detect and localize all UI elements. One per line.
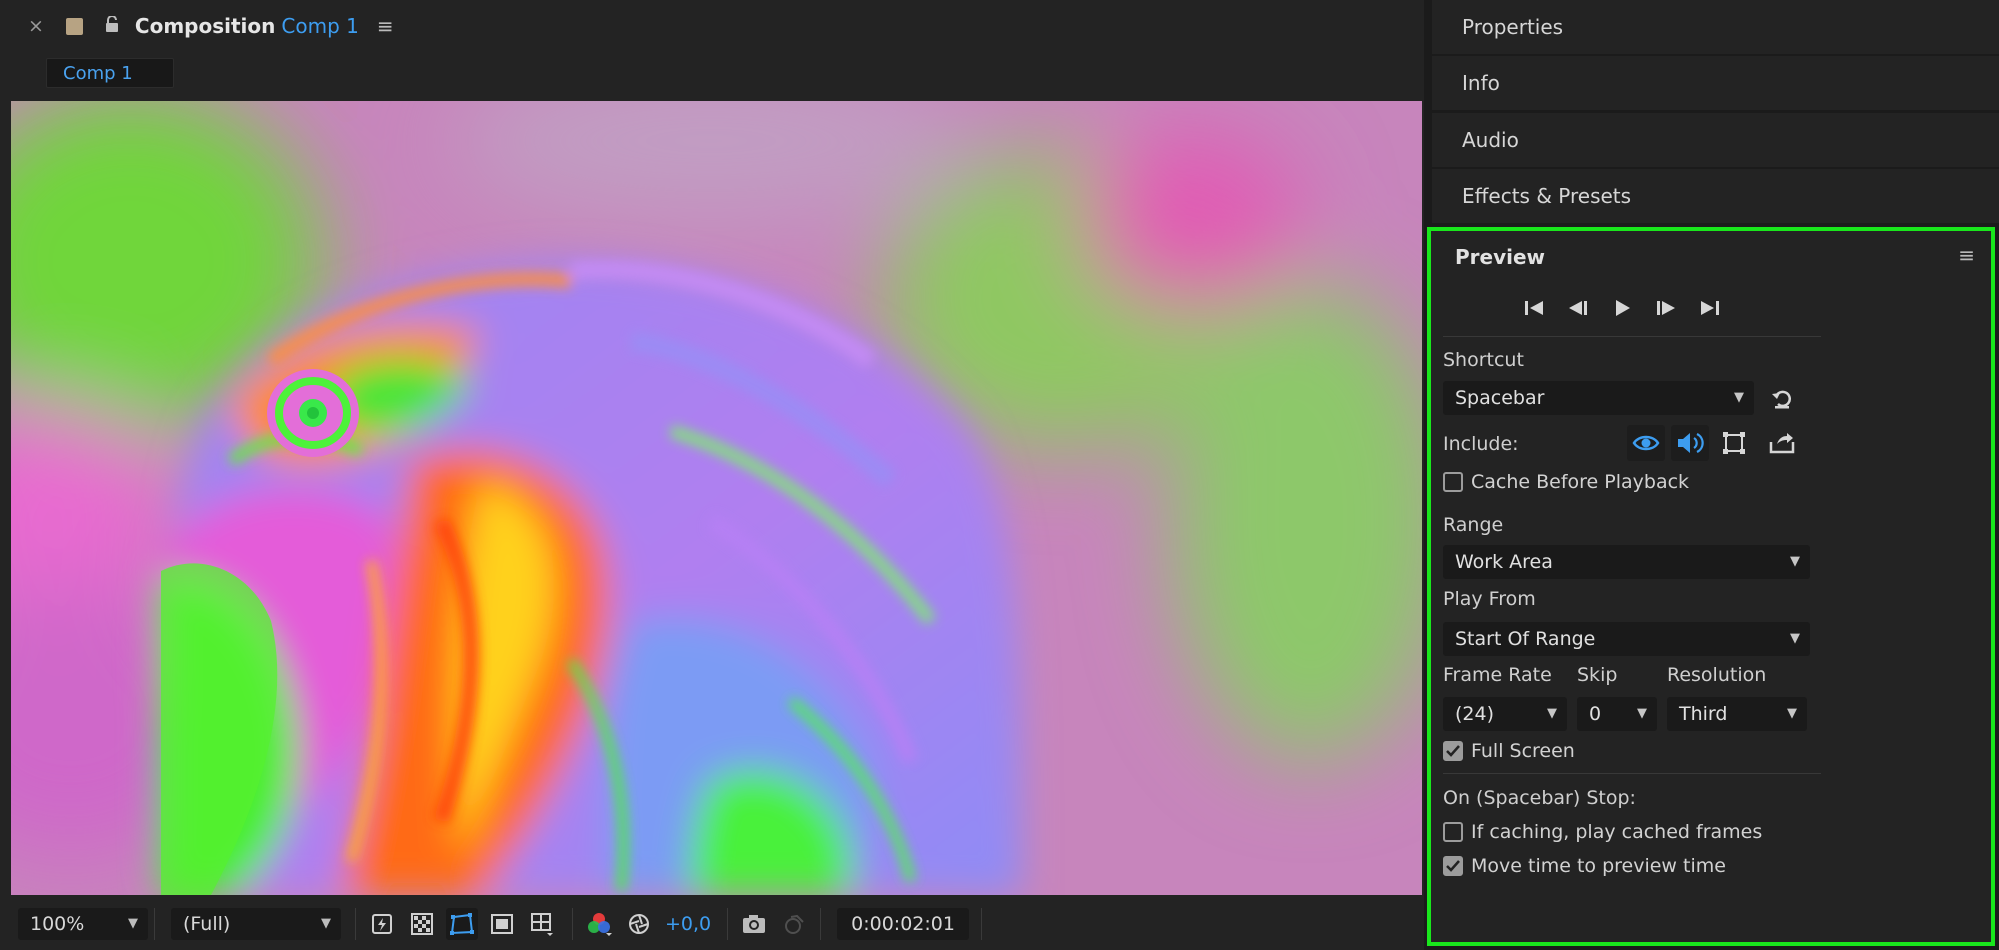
parrot-image xyxy=(11,101,1422,895)
resolution-label: Resolution xyxy=(1667,664,1767,686)
if-caching-label: If caching, play cached frames xyxy=(1471,821,1763,843)
chevron-down-icon: ▼ xyxy=(1734,390,1744,405)
skip-label: Skip xyxy=(1577,664,1618,686)
chevron-down-icon: ▼ xyxy=(1547,706,1557,721)
shortcut-label: Shortcut xyxy=(1443,349,1524,371)
close-panel-icon[interactable]: × xyxy=(28,15,44,37)
range-label: Range xyxy=(1443,514,1504,536)
first-frame-icon[interactable] xyxy=(1519,293,1549,323)
toolbar-divider xyxy=(980,908,982,940)
chevron-down-icon: ▼ xyxy=(1637,706,1647,721)
show-snapshot-icon[interactable] xyxy=(778,908,810,940)
composition-panel-header: × Composition Comp 1 ≡ xyxy=(0,0,1424,52)
chevron-down-icon: ▼ xyxy=(1790,554,1800,569)
skip-value: 0 xyxy=(1589,703,1602,725)
cache-before-playback-label: Cache Before Playback xyxy=(1471,471,1690,493)
snapshot-camera-icon[interactable] xyxy=(738,908,770,940)
range-value: Work Area xyxy=(1455,551,1553,573)
comp-tab[interactable]: Comp 1 xyxy=(46,58,174,88)
toolbar-divider xyxy=(355,908,356,940)
viewer-toolbar: 100% ▼ (Full) ▼ +0,0 0:00:02:01 xyxy=(0,898,1424,950)
checkmark-icon xyxy=(1446,745,1460,757)
preview-panel: Preview ≡ Shortcut Spacebar ▼ Include: C… xyxy=(1427,227,1995,946)
include-audio-speaker-icon[interactable] xyxy=(1671,425,1709,461)
resolution-dropdown[interactable]: Third ▼ xyxy=(1667,697,1807,731)
label-color-swatch[interactable] xyxy=(65,17,83,35)
frame-rate-value: (24) xyxy=(1455,703,1495,725)
next-frame-icon[interactable] xyxy=(1651,293,1681,323)
include-label: Include: xyxy=(1443,433,1519,455)
if-caching-checkbox[interactable] xyxy=(1443,822,1463,842)
full-screen-label: Full Screen xyxy=(1471,740,1575,762)
move-time-label: Move time to preview time xyxy=(1471,855,1726,877)
panel-title: Composition xyxy=(134,14,276,38)
move-time-checkbox[interactable] xyxy=(1443,856,1463,876)
fast-previews-icon[interactable] xyxy=(366,908,398,940)
effects-presets-panel-tab[interactable]: Effects & Presets xyxy=(1432,169,1999,223)
checkmark-icon xyxy=(1446,860,1460,872)
shortcut-dropdown[interactable]: Spacebar ▼ xyxy=(1443,381,1754,415)
current-time-display[interactable]: 0:00:02:01 xyxy=(837,908,969,940)
toolbar-divider xyxy=(572,908,573,940)
range-dropdown[interactable]: Work Area ▼ xyxy=(1443,545,1810,579)
section-divider xyxy=(1443,336,1821,337)
cache-before-playback-checkbox[interactable] xyxy=(1443,472,1463,492)
properties-panel-tab[interactable]: Properties xyxy=(1432,0,1999,54)
resolution-value: Third xyxy=(1679,703,1728,725)
region-of-interest-icon[interactable] xyxy=(486,908,518,940)
chevron-down-icon: ▼ xyxy=(321,916,331,931)
full-screen-checkbox[interactable] xyxy=(1443,741,1463,761)
on-stop-label: On (Spacebar) Stop: xyxy=(1443,787,1636,809)
play-icon[interactable] xyxy=(1607,293,1637,323)
color-channels-icon[interactable] xyxy=(583,908,615,940)
composition-viewer[interactable] xyxy=(11,101,1422,895)
preview-panel-title: Preview xyxy=(1455,245,1546,269)
magnification-dropdown[interactable]: 100% ▼ xyxy=(18,908,148,940)
exposure-value[interactable]: +0,0 xyxy=(665,913,711,935)
frame-rate-dropdown[interactable]: (24) ▼ xyxy=(1443,697,1567,731)
play-from-dropdown[interactable]: Start Of Range ▼ xyxy=(1443,622,1810,656)
include-video-eye-icon[interactable] xyxy=(1627,425,1665,461)
frame-rate-label: Frame Rate xyxy=(1443,664,1552,686)
transparency-grid-icon[interactable] xyxy=(406,908,438,940)
chevron-down-icon: ▼ xyxy=(1790,631,1800,646)
mask-visibility-icon[interactable] xyxy=(446,908,478,940)
cache-before-playback-row[interactable]: Cache Before Playback xyxy=(1443,471,1689,493)
toolbar-divider xyxy=(820,908,822,940)
panel-menu-icon[interactable]: ≡ xyxy=(1958,243,1975,267)
move-time-row[interactable]: Move time to preview time xyxy=(1443,855,1726,877)
info-panel-tab[interactable]: Info xyxy=(1432,56,1999,110)
if-caching-row[interactable]: If caching, play cached frames xyxy=(1443,821,1762,843)
resolution-value: (Full) xyxy=(183,913,231,935)
active-comp-name[interactable]: Comp 1 xyxy=(281,14,358,38)
export-preview-icon[interactable] xyxy=(1763,425,1801,461)
last-frame-icon[interactable] xyxy=(1695,293,1725,323)
resolution-dropdown[interactable]: (Full) ▼ xyxy=(171,908,341,940)
toolbar-divider xyxy=(727,908,729,940)
reset-shortcut-icon[interactable] xyxy=(1763,381,1801,417)
include-overlays-frame-icon[interactable] xyxy=(1715,425,1753,461)
play-from-value: Start Of Range xyxy=(1455,628,1596,650)
lock-icon[interactable] xyxy=(105,15,119,36)
magnification-value: 100% xyxy=(30,913,85,935)
play-from-label: Play From xyxy=(1443,588,1536,610)
chevron-down-icon: ▼ xyxy=(128,916,138,931)
playback-controls xyxy=(1519,293,1725,323)
toolbar-divider xyxy=(154,908,155,940)
skip-dropdown[interactable]: 0 ▼ xyxy=(1577,697,1657,731)
reset-exposure-icon[interactable] xyxy=(623,908,655,940)
composition-panel: × Composition Comp 1 ≡ Comp 1 100% ▼ (Fu… xyxy=(0,0,1424,950)
grid-guides-icon[interactable] xyxy=(526,908,558,940)
previous-frame-icon[interactable] xyxy=(1563,293,1593,323)
audio-panel-tab[interactable]: Audio xyxy=(1432,113,1999,167)
chevron-down-icon: ▼ xyxy=(1787,706,1797,721)
shortcut-value: Spacebar xyxy=(1455,387,1545,409)
section-divider xyxy=(1443,773,1821,774)
panel-menu-icon[interactable]: ≡ xyxy=(377,14,394,38)
full-screen-row[interactable]: Full Screen xyxy=(1443,740,1575,762)
